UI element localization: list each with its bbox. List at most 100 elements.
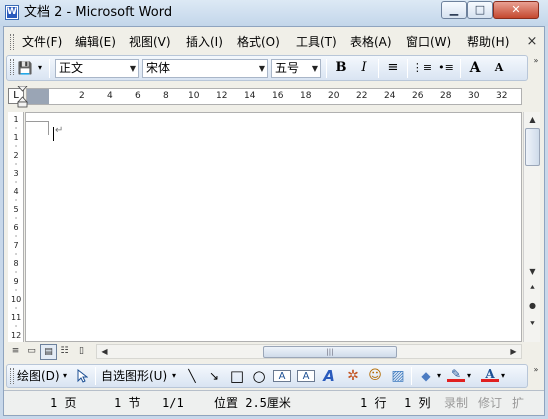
outline-view-icon[interactable]: ☷	[57, 344, 72, 358]
chevron-down-icon[interactable]: ▾	[499, 367, 507, 385]
toolbar-separator	[326, 59, 327, 78]
chevron-down-icon[interactable]: ▾	[60, 367, 70, 385]
ruler-tick: ·	[14, 214, 18, 223]
ruler-tick: ·	[14, 160, 18, 169]
style-value: 正文	[59, 61, 84, 75]
scroll-left-icon[interactable]: ◀	[98, 345, 111, 358]
horizontal-scroll-thumb[interactable]: |||	[263, 346, 397, 358]
toolbar-grip[interactable]	[10, 59, 14, 75]
chevron-down-icon[interactable]: ▾	[465, 367, 473, 385]
ruler-tick: 8	[13, 259, 19, 268]
menu-insert[interactable]: 插入(I)	[184, 33, 225, 51]
bullets-icon[interactable]: •≡	[435, 58, 457, 78]
style-combo[interactable]: 正文 ▼	[55, 59, 139, 78]
toolbar-separator	[378, 59, 379, 78]
line-color-icon[interactable]: ✎	[447, 367, 465, 382]
normal-view-icon[interactable]: ≡	[8, 344, 23, 358]
align-justify-icon[interactable]: ≡	[382, 58, 404, 78]
select-objects-icon[interactable]	[74, 367, 90, 385]
oval-icon[interactable]: ○	[250, 367, 268, 385]
chevron-down-icon[interactable]: ▾	[435, 367, 443, 385]
next-page-icon[interactable]: ⯆	[525, 316, 540, 331]
wordart-icon[interactable]: A	[320, 367, 338, 385]
status-bar: 1 页 1 节 1/1 位置 2.5厘米 1 行 1 列 录制 修订 扩	[4, 390, 544, 414]
drawing-toolbar: 绘图(D) ▾ 自选图形(U) ▾ ╲ ↘ □ ○ A A A ✲ ☺ ▨ ◆ …	[6, 364, 528, 388]
vertical-text-box-icon[interactable]: A	[297, 370, 315, 382]
ruler-left-margin	[27, 89, 49, 104]
text-box-icon[interactable]: A	[273, 370, 291, 382]
horizontal-ruler[interactable]: 2 4 6 8 10 12 14 16 18 20 22 24 26 28 30…	[26, 88, 522, 105]
document-page[interactable]: ↵	[25, 112, 522, 342]
font-color-icon[interactable]: A	[481, 367, 499, 382]
scroll-right-icon[interactable]: ▶	[507, 345, 520, 358]
reading-view-icon[interactable]: ▯	[74, 344, 89, 358]
grow-font-button[interactable]: A	[464, 58, 486, 78]
close-window-button[interactable]: ✕	[493, 1, 539, 19]
scroll-up-icon[interactable]: ▲	[525, 112, 540, 127]
window-title: 文档 2 - Microsoft Word	[24, 5, 173, 20]
chevron-down-icon[interactable]: ▾	[169, 367, 179, 385]
status-record[interactable]: 录制	[444, 394, 468, 412]
italic-button[interactable]: I	[354, 58, 374, 78]
vertical-scrollbar[interactable]: ▲ ▼ ⯅ ● ⯆	[523, 112, 540, 342]
maximize-button[interactable]: □	[467, 1, 493, 19]
font-size-value: 五号	[275, 61, 300, 75]
scroll-down-icon[interactable]: ▼	[525, 264, 540, 279]
menu-help[interactable]: 帮助(H)	[465, 33, 511, 51]
autoshapes-menu-button[interactable]: 自选图形(U)	[101, 367, 177, 385]
toolbar-separator	[411, 367, 412, 385]
shrink-font-button[interactable]: A	[488, 58, 510, 78]
menu-view[interactable]: 视图(V)	[127, 33, 173, 51]
diagram-icon[interactable]: ✲	[344, 367, 362, 385]
status-extend[interactable]: 扩	[512, 394, 524, 412]
chevron-down-icon[interactable]: ▾	[35, 58, 45, 78]
ruler-tick: 1	[13, 115, 19, 124]
ruler-tick: 14	[244, 91, 256, 101]
bold-button[interactable]: B	[331, 58, 351, 78]
menu-table[interactable]: 表格(A)	[348, 33, 394, 51]
toolbar-options-icon[interactable]: »	[530, 365, 542, 387]
chevron-down-icon: ▼	[258, 64, 265, 73]
menu-edit[interactable]: 编辑(E)	[73, 33, 118, 51]
minimize-button[interactable]: ▁	[441, 1, 467, 19]
status-column: 1 列	[404, 396, 431, 410]
insert-picture-icon[interactable]: ▨	[389, 367, 407, 385]
close-document-icon[interactable]: ×	[525, 34, 539, 50]
line-icon[interactable]: ╲	[183, 367, 201, 385]
chevron-down-icon: ▼	[129, 64, 136, 73]
arrow-icon[interactable]: ↘	[205, 367, 223, 385]
status-track-changes[interactable]: 修订	[478, 394, 502, 412]
horizontal-scrollbar[interactable]: ◀ ||| ▶	[96, 344, 522, 359]
ruler-tick: 2	[13, 151, 19, 160]
toolbar-grip[interactable]	[10, 34, 14, 50]
select-browse-object-icon[interactable]: ●	[525, 298, 540, 313]
toolbar-separator	[49, 59, 50, 78]
font-combo[interactable]: 宋体 ▼	[142, 59, 268, 78]
print-layout-view-icon[interactable]: ▤	[40, 344, 57, 360]
ruler-tick: 28	[440, 91, 452, 101]
menu-tools[interactable]: 工具(T)	[294, 33, 339, 51]
menu-window[interactable]: 窗口(W)	[404, 33, 453, 51]
ruler-tick: 26	[412, 91, 424, 101]
menu-format[interactable]: 格式(O)	[235, 33, 282, 51]
ruler-tick: 2	[79, 91, 85, 101]
rectangle-icon[interactable]: □	[228, 367, 246, 385]
menu-file[interactable]: 文件(F)	[20, 33, 64, 51]
web-layout-view-icon[interactable]: ▭	[24, 344, 39, 358]
vertical-scroll-thumb[interactable]	[525, 128, 540, 166]
status-page: 1 页	[50, 396, 77, 410]
word-app-icon[interactable]: W	[5, 5, 19, 20]
clip-art-icon[interactable]: ☺	[366, 367, 384, 385]
font-size-combo[interactable]: 五号 ▼	[271, 59, 321, 78]
toolbar-grip[interactable]	[10, 368, 14, 384]
vertical-ruler[interactable]: 1 · 1 · 2 · 3 · 4 · 5 · 6 · 7 · 8 · 9 · …	[8, 112, 24, 342]
ruler-tick: 4	[107, 91, 113, 101]
previous-page-icon[interactable]: ⯅	[525, 280, 540, 295]
ruler-tick: ·	[14, 196, 18, 205]
numbering-icon[interactable]: ⋮≡	[411, 58, 433, 78]
fill-color-icon[interactable]: ◆	[417, 367, 435, 385]
indent-marker-icon[interactable]	[17, 86, 28, 108]
save-icon[interactable]: 💾	[16, 58, 34, 78]
ruler-tick: ·	[14, 250, 18, 259]
toolbar-options-icon[interactable]: »	[530, 56, 542, 80]
